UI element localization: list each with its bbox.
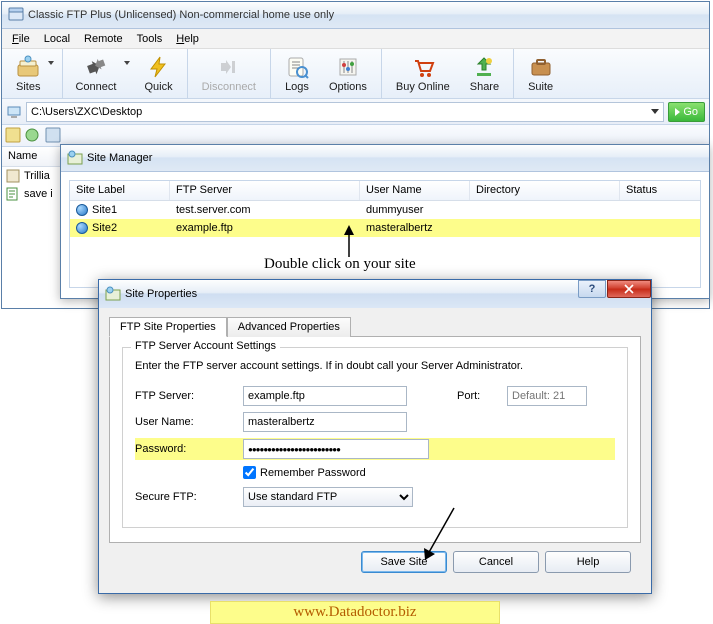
annotation-text: Double click on your site: [264, 256, 416, 273]
buy-button[interactable]: Buy Online: [386, 49, 460, 98]
footer-link[interactable]: www.Datadoctor.biz: [210, 601, 500, 624]
label-password: Password:: [135, 443, 243, 455]
site-row[interactable]: Site1 test.server.com dummyuser: [70, 201, 700, 219]
col-user-name[interactable]: User Name: [360, 181, 470, 200]
help-button[interactable]: Help: [545, 551, 631, 573]
buy-icon: [411, 55, 435, 79]
col-status[interactable]: Status: [620, 181, 700, 200]
col-ftp-server[interactable]: FTP Server: [170, 181, 360, 200]
disconnect-icon: [217, 55, 241, 79]
file-icon: [6, 169, 20, 183]
logs-icon: [285, 55, 309, 79]
site-manager-icon: [67, 150, 83, 166]
path-dropdown[interactable]: C:\Users\ZXC\Desktop: [26, 102, 664, 122]
remember-password-checkbox[interactable]: [243, 466, 256, 479]
dropdown-icon: [124, 61, 130, 65]
address-bar: C:\Users\ZXC\Desktop Go: [2, 99, 709, 125]
globe-icon: [76, 204, 88, 216]
file-icon: [6, 187, 20, 201]
col-site-label[interactable]: Site Label: [70, 181, 170, 200]
sites-button[interactable]: Sites: [8, 49, 58, 98]
cancel-button[interactable]: Cancel: [453, 551, 539, 573]
tab-panel: FTP Server Account Settings Enter the FT…: [109, 336, 641, 543]
tab-ftp-properties[interactable]: FTP Site Properties: [109, 317, 227, 337]
annotation-arrow-icon: [339, 225, 359, 259]
menu-remote[interactable]: Remote: [78, 31, 129, 47]
annotation-arrow-icon: [422, 506, 462, 566]
title-help-button[interactable]: ?: [578, 280, 606, 298]
path-text: C:\Users\ZXC\Desktop: [31, 106, 142, 118]
disconnect-button: Disconnect: [192, 49, 266, 98]
menu-file[interactable]: File: [6, 31, 36, 47]
site-properties-titlebar: Site Properties ?: [99, 280, 651, 308]
share-icon: [472, 55, 496, 79]
menubar: File Local Remote Tools Help: [2, 29, 709, 49]
chevron-down-icon: [651, 109, 659, 114]
site-manager-window: Site Manager Site Label FTP Server User …: [60, 144, 710, 299]
connect-button[interactable]: Connect: [67, 49, 134, 98]
quick-button[interactable]: Quick: [134, 49, 182, 98]
main-title: Classic FTP Plus (Unlicensed) Non-commer…: [28, 9, 334, 21]
go-button[interactable]: Go: [668, 102, 705, 122]
tabbar: FTP Site Properties Advanced Properties: [109, 317, 641, 337]
label-ftp-server: FTP Server:: [135, 390, 243, 402]
options-icon: [336, 55, 360, 79]
app-icon: [8, 7, 24, 23]
toolbar-icons[interactable]: [2, 125, 72, 145]
password-input[interactable]: [243, 439, 429, 459]
site-grid-header: Site Label FTP Server User Name Director…: [70, 181, 700, 201]
arrow-right-icon: [675, 108, 680, 116]
secure-ftp-select[interactable]: Use standard FTP: [243, 487, 413, 507]
dialog-buttons: Save Site Cancel Help: [109, 543, 641, 573]
site-manager-titlebar: Site Manager: [61, 145, 709, 172]
col-name[interactable]: Name: [2, 147, 62, 166]
label-remember: Remember Password: [260, 467, 366, 479]
quick-icon: [147, 55, 171, 79]
label-username: User Name:: [135, 416, 243, 428]
close-icon: [624, 284, 634, 294]
main-toolbar: Sites Connect Quick Disconnect: [2, 49, 709, 99]
ftp-server-input[interactable]: [243, 386, 407, 406]
connect-icon: [84, 55, 108, 79]
close-button[interactable]: [607, 280, 651, 298]
suite-icon: [529, 55, 553, 79]
site-properties-title: Site Properties: [125, 288, 197, 300]
site-properties-icon: [105, 286, 121, 302]
site-row-highlighted[interactable]: Site2 example.ftp masteralbertz: [70, 219, 700, 237]
port-input[interactable]: [507, 386, 587, 406]
computer-icon: [6, 104, 22, 120]
main-titlebar: Classic FTP Plus (Unlicensed) Non-commer…: [2, 2, 709, 29]
label-secure-ftp: Secure FTP:: [135, 491, 243, 503]
label-port: Port:: [457, 390, 507, 402]
tab-advanced-properties[interactable]: Advanced Properties: [227, 317, 351, 337]
share-button[interactable]: Share: [460, 49, 509, 98]
group-desc: Enter the FTP server account settings. I…: [135, 360, 615, 372]
account-settings-group: FTP Server Account Settings Enter the FT…: [122, 347, 628, 528]
site-manager-title: Site Manager: [87, 152, 152, 164]
logs-button[interactable]: Logs: [275, 49, 319, 98]
dropdown-icon: [48, 61, 54, 65]
col-directory[interactable]: Directory: [470, 181, 620, 200]
site-properties-dialog: Site Properties ? FTP Site Properties Ad…: [98, 279, 652, 594]
menu-tools[interactable]: Tools: [131, 31, 169, 47]
globe-icon: [76, 222, 88, 234]
menu-help[interactable]: Help: [170, 31, 205, 47]
group-legend: FTP Server Account Settings: [131, 340, 280, 352]
username-input[interactable]: [243, 412, 407, 432]
sites-icon: [16, 55, 40, 79]
menu-local[interactable]: Local: [38, 31, 76, 47]
options-button[interactable]: Options: [319, 49, 377, 98]
suite-button[interactable]: Suite: [518, 49, 563, 98]
